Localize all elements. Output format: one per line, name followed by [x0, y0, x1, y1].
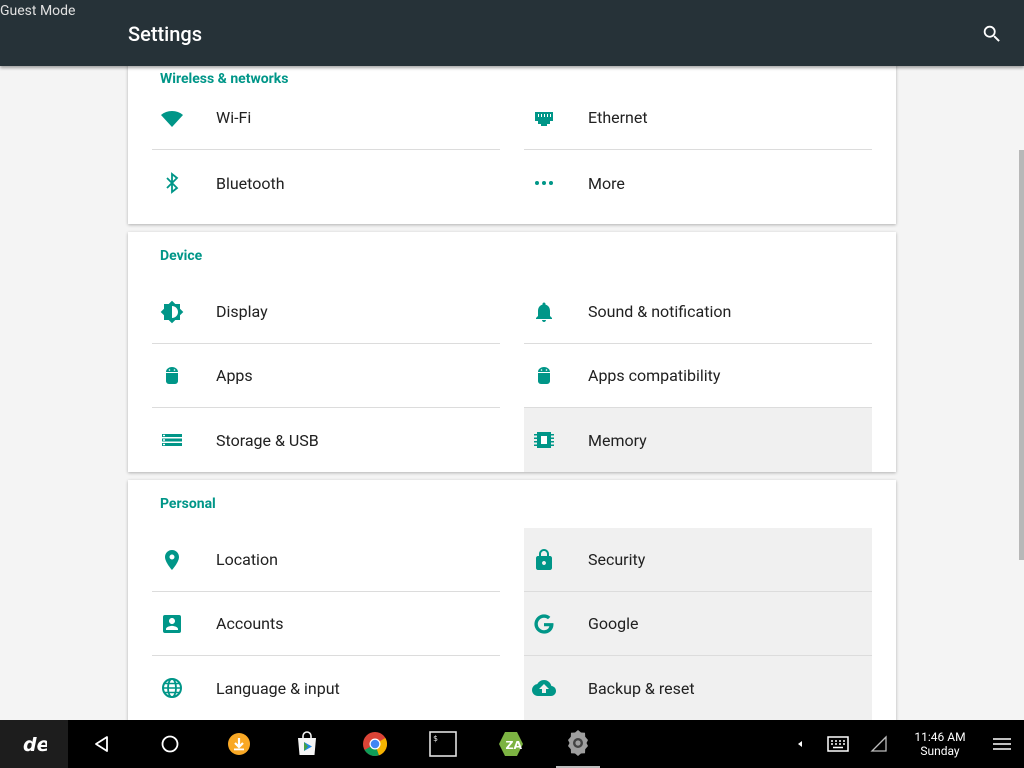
search-button[interactable]	[978, 20, 1006, 48]
section-title-device: Device	[160, 248, 203, 264]
setting-label: Memory	[588, 430, 647, 450]
signal-icon	[870, 735, 887, 752]
setting-label: Accounts	[216, 614, 284, 633]
ethernet-icon	[532, 106, 556, 130]
svg-text:ZA: ZA	[506, 739, 523, 752]
setting-more[interactable]: More	[524, 151, 872, 215]
file-manager-icon: ZA	[499, 732, 523, 756]
page-title: Settings	[128, 22, 203, 46]
google-icon	[532, 612, 556, 636]
setting-label: Wi-Fi	[216, 108, 252, 127]
home-icon	[161, 735, 179, 753]
setting-label: Language & input	[216, 678, 340, 698]
tray-expand-button[interactable]	[790, 720, 810, 768]
setting-label: Location	[216, 550, 278, 569]
app-bar: Guest Mode Settings	[0, 0, 1024, 66]
setting-label: More	[588, 173, 625, 193]
section-title-personal: Personal	[160, 496, 216, 512]
clock-day: Sunday	[920, 744, 960, 758]
search-icon	[983, 25, 1000, 42]
chevron-left-icon	[798, 741, 802, 747]
keyboard-button[interactable]	[824, 720, 852, 768]
android-icon	[532, 364, 556, 388]
clock-time: 11:46 AM	[914, 730, 966, 744]
launcher-icon: de	[23, 734, 47, 755]
setting-label: Display	[216, 302, 268, 321]
setting-display[interactable]: Display	[152, 280, 500, 344]
svg-text:$: $	[433, 734, 438, 743]
bell-icon	[532, 300, 556, 324]
chrome-icon	[363, 732, 387, 756]
notification-menu-button[interactable]	[988, 720, 1016, 768]
setting-bluetooth[interactable]: Bluetooth	[152, 151, 500, 215]
setting-label: Apps	[216, 366, 253, 385]
wifi-icon	[160, 106, 184, 130]
more-dots-icon	[532, 171, 556, 195]
setting-label: Storage & USB	[216, 430, 319, 450]
memory-chip-icon	[532, 428, 556, 452]
home-button[interactable]	[154, 720, 186, 768]
setting-label: Security	[588, 550, 646, 569]
app-play-store[interactable]	[292, 720, 322, 768]
signal-button[interactable]	[866, 720, 892, 768]
setting-language-input[interactable]: Language & input	[152, 656, 500, 720]
app-chrome[interactable]	[360, 720, 390, 768]
section-title-wireless: Wireless & networks	[160, 71, 289, 87]
globe-icon	[160, 676, 184, 700]
bluetooth-icon	[160, 171, 184, 195]
setting-location[interactable]: Location	[152, 528, 500, 592]
app-settings[interactable]	[556, 720, 600, 768]
setting-security[interactable]: Security	[524, 528, 872, 592]
setting-label: Backup & reset	[588, 678, 695, 698]
cloud-upload-icon	[532, 676, 556, 700]
app-file-manager[interactable]: ZA	[496, 720, 526, 768]
storage-icon	[160, 428, 184, 452]
brightness-icon	[160, 300, 184, 324]
account-box-icon	[160, 612, 184, 636]
setting-apps[interactable]: Apps	[152, 344, 500, 408]
download-app-icon	[228, 733, 250, 755]
terminal-icon: $	[429, 731, 457, 757]
setting-label: Sound & notification	[588, 302, 732, 321]
setting-wifi[interactable]: Wi-Fi	[152, 86, 500, 150]
setting-label: Apps compatibility	[588, 366, 721, 385]
app-download[interactable]	[224, 720, 254, 768]
settings-gear-icon	[568, 730, 588, 756]
setting-label: Google	[588, 614, 639, 633]
keyboard-icon	[827, 736, 849, 752]
guest-mode-label: Guest Mode	[0, 3, 76, 19]
back-icon	[95, 736, 108, 752]
lock-icon	[532, 548, 556, 572]
launcher-button[interactable]: de	[0, 720, 68, 768]
setting-ethernet[interactable]: Ethernet	[524, 86, 872, 150]
setting-label: Bluetooth	[216, 173, 285, 193]
menu-icon	[993, 738, 1011, 750]
scrollbar[interactable]	[1019, 150, 1024, 560]
taskbar: de $ ZA 11:46 AM Sunday	[0, 720, 1024, 768]
setting-sound-notification[interactable]: Sound & notification	[524, 280, 872, 344]
setting-label: Ethernet	[588, 108, 648, 127]
setting-apps-compatibility[interactable]: Apps compatibility	[524, 344, 872, 408]
setting-accounts[interactable]: Accounts	[152, 592, 500, 656]
play-store-icon	[298, 731, 316, 755]
setting-memory[interactable]: Memory	[524, 408, 872, 472]
personal-card: Personal Location Security Accounts Goog…	[128, 480, 896, 720]
setting-backup-reset[interactable]: Backup & reset	[524, 656, 872, 720]
location-pin-icon	[160, 548, 184, 572]
taskbar-clock[interactable]: 11:46 AM Sunday	[908, 730, 972, 758]
wireless-networks-card: Wireless & networks Wi-Fi Ethernet Bluet…	[128, 66, 896, 224]
android-icon	[160, 364, 184, 388]
back-button[interactable]	[86, 720, 118, 768]
svg-text:de: de	[23, 734, 47, 755]
setting-google[interactable]: Google	[524, 592, 872, 656]
device-card: Device Display Sound & notification Apps…	[128, 232, 896, 472]
settings-content[interactable]: Wireless & networks Wi-Fi Ethernet Bluet…	[0, 66, 1024, 720]
app-terminal[interactable]: $	[428, 720, 458, 768]
setting-storage-usb[interactable]: Storage & USB	[152, 408, 500, 472]
